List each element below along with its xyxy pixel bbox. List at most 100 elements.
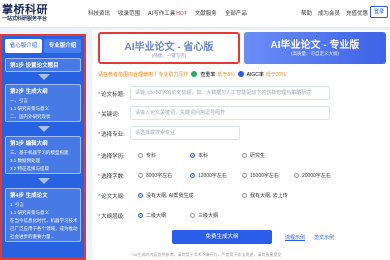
feature-tag: 专业助力写作 <box>158 71 189 78</box>
step-4-item: 1.1 研究背景与意义 <box>10 210 50 215</box>
check-icon <box>191 71 198 77</box>
simple-version-title: AI毕业论文 - 省心版 <box>124 42 214 53</box>
nav-item-all-products[interactable]: 全部产品 <box>225 9 247 17</box>
keywords-row: *关键词: 请输入论文关键词，关键词间用逗号隔开 <box>98 106 386 122</box>
level-option-two[interactable]: 二级大纲 <box>138 212 190 219</box>
help-link[interactable]: 帮助 <box>301 9 312 17</box>
degree-label: *选择学历: <box>98 154 125 160</box>
pro-version-card[interactable]: AI毕业论文 - 专业版 (高质量、可自定义大纲) <box>244 32 386 64</box>
step-2-item: 一、引言 <box>10 98 28 103</box>
step-1-section: 第1步 设置论文题目 <box>5 58 81 72</box>
header-links: 帮助 成为会员 充值优惠 <box>301 9 368 17</box>
level-radios: 二级大纲 三级大纲 <box>138 212 218 219</box>
main-nav: 科技资讯 收录范围 AI写作工具HOT 文献服务 全部产品 <box>88 9 247 17</box>
outline-option-upload[interactable]: 我有大纲, 去上传 <box>242 192 288 199</box>
degree-option-bachelor[interactable]: 本科 <box>190 152 242 159</box>
login-button[interactable]: 登录 <box>370 6 388 18</box>
step-4-item: 已广泛应用于各个领域，成为推动 <box>10 226 78 231</box>
step-2-heading: 第2步 生成大纲 <box>10 89 48 95</box>
wordcount-option-15000[interactable]: 15000字左右 <box>242 172 294 179</box>
become-member-link[interactable]: 成为会员 <box>318 9 340 17</box>
step-3-item: 三、基于机器学习的模型构建 <box>10 150 69 155</box>
step-3-item: 3.1 数据预处理 <box>10 158 41 163</box>
step-4-item: 1. 引言 <box>10 202 25 207</box>
hot-badge: HOT <box>176 11 187 17</box>
wordcount-label-text: 选择字数: <box>101 174 125 180</box>
aigc-rate-label: AIGC率 <box>246 71 264 78</box>
tab-simple-intro[interactable]: 省心版介绍 <box>5 39 42 53</box>
outline-option-label: 没有大纲, AI帮我生成 <box>146 193 194 199</box>
arrow-down-icon <box>38 74 50 80</box>
level-option-label: 二级大纲 <box>146 213 167 219</box>
radio-dot <box>242 173 247 178</box>
degree-option-label: 本科 <box>198 153 209 159</box>
tab-pro-intro[interactable]: 专业版介绍 <box>44 39 81 53</box>
keywords-label: *关键词: <box>98 112 120 118</box>
step-4-heading: 第4步 生成论文 <box>10 193 48 199</box>
level-option-three[interactable]: 三级大纲 <box>190 212 218 219</box>
radio-dot <box>190 213 195 218</box>
outline-row: *论文大纲: 没有大纲, AI帮我生成 我有大纲, 去上传 <box>98 188 386 204</box>
logo-sub-text: 一站式科研服务平台 <box>2 16 48 22</box>
version-switcher: AI毕业论文 - 省心版 (简捷、一键写完) AI毕业论文 - 专业版 (高质量… <box>98 32 386 66</box>
outline-radios: 没有大纲, AI帮我生成 我有大纲, 去上传 <box>138 192 288 199</box>
degree-option-label: 研究生 <box>250 153 266 159</box>
radio-dot <box>138 153 143 158</box>
wordcount-option-12000[interactable]: 12000字左右 <box>190 172 242 179</box>
step-4-item: 在当今信息化时代，机器学习技术 <box>10 218 78 223</box>
outline-option-label: 我有大纲, 去上传 <box>250 193 288 199</box>
wordcount-option-8000[interactable]: 8000字左右 <box>138 172 190 179</box>
outline-label: *论文大纲: <box>98 194 125 200</box>
keywords-input[interactable]: 请输入论文关键词，关键词间用逗号隔开 <box>130 106 330 120</box>
outline-option-generate[interactable]: 没有大纲, AI帮我生成 <box>138 192 242 199</box>
usage-warning: 请在参考范围内合理使用 <box>98 71 154 78</box>
step-4-section: 第4步 生成论文 1. 引言 1.1 研究背景与意义 在当今信息化时代，机器学习… <box>5 188 81 242</box>
nav-item-literature[interactable]: 文献服务 <box>195 9 217 17</box>
major-label-text: 选择专业: <box>101 132 125 138</box>
check-icon <box>237 71 244 77</box>
keywords-label-text: 关键词: <box>101 112 120 118</box>
logo[interactable]: 掌桥科研 一站式科研服务平台 <box>2 1 82 27</box>
recharge-link[interactable]: 充值优惠 <box>346 9 368 17</box>
step-3-heading: 第3步 编辑大纲 <box>10 141 48 147</box>
nav-item-news[interactable]: 科技资讯 <box>88 9 110 17</box>
wordcount-radios: 8000字左右 12000字左右 15000字左右 20000字左右 <box>138 172 331 179</box>
major-select[interactable]: 请选择或搜索专业 <box>130 126 240 140</box>
wordcount-option-label: 8000字左右 <box>146 173 173 179</box>
step-3-item: 3.2 特征选择与提取 <box>10 166 50 171</box>
nav-item-scope[interactable]: 收录范围 <box>118 9 140 17</box>
step-1-heading: 第1步 设置论文题目 <box>10 63 59 69</box>
radio-dot <box>190 173 195 178</box>
major-label: *选择专业: <box>98 132 125 138</box>
radio-dot <box>294 173 299 178</box>
degree-option-associate[interactable]: 专科 <box>138 152 190 159</box>
wordcount-label: *选择字数: <box>98 174 125 180</box>
radio-dot <box>242 193 247 198</box>
simple-version-card[interactable]: AI毕业论文 - 省心版 (简捷、一键写完) <box>98 32 240 64</box>
radio-dot <box>138 173 143 178</box>
degree-row: *选择学历: 专科 本科 研究生 <box>98 148 386 164</box>
nav-item-ai-tools[interactable]: AI写作工具HOT <box>148 9 187 17</box>
title-input[interactable]: 请输入5~50字的论文标题，如：大数据与人工智能驱动下的创新管理与策略研究 <box>130 86 330 100</box>
sidebar-tabs: 省心版介绍 专业版介绍 <box>5 39 81 53</box>
step-2-section: 第2步 生成大纲 一、引言 1.1 研究背景与意义 二、国内外研究现状 <box>5 84 81 122</box>
flow-example-link[interactable]: 流程示例 <box>285 234 305 241</box>
wordcount-option-20000[interactable]: 20000字左右 <box>294 172 331 179</box>
degree-radios: 专科 本科 研究生 <box>138 152 265 159</box>
title-row: *论文标题: 请输入5~50字的论文标题，如：大数据与人工智能驱动下的创新管理与… <box>98 86 386 102</box>
outline-label-text: 论文大纲: <box>101 194 125 200</box>
separator: | <box>155 71 157 77</box>
radio-dot <box>190 153 195 158</box>
radio-dot <box>242 153 247 158</box>
major-row: *选择专业: 请选择或搜索专业 <box>98 126 386 142</box>
level-label-text: 大纲层级: <box>101 214 125 220</box>
title-label: *论文标题: <box>98 92 125 98</box>
degree-option-label: 专科 <box>146 153 157 159</box>
degree-option-graduate[interactable]: 研究生 <box>242 152 265 159</box>
duplicate-rate-label: 查重率 <box>200 71 216 78</box>
sample-paper-link[interactable]: 范文示例 <box>314 234 334 241</box>
generate-outline-button[interactable]: 免费生成大纲 <box>172 230 272 244</box>
arrow-down-icon <box>38 178 50 184</box>
pro-version-title: AI毕业论文 - 专业版 <box>270 40 360 51</box>
main-panel: AI毕业论文 - 省心版 (简捷、一键写完) AI毕业论文 - 专业版 (高质量… <box>92 30 390 260</box>
